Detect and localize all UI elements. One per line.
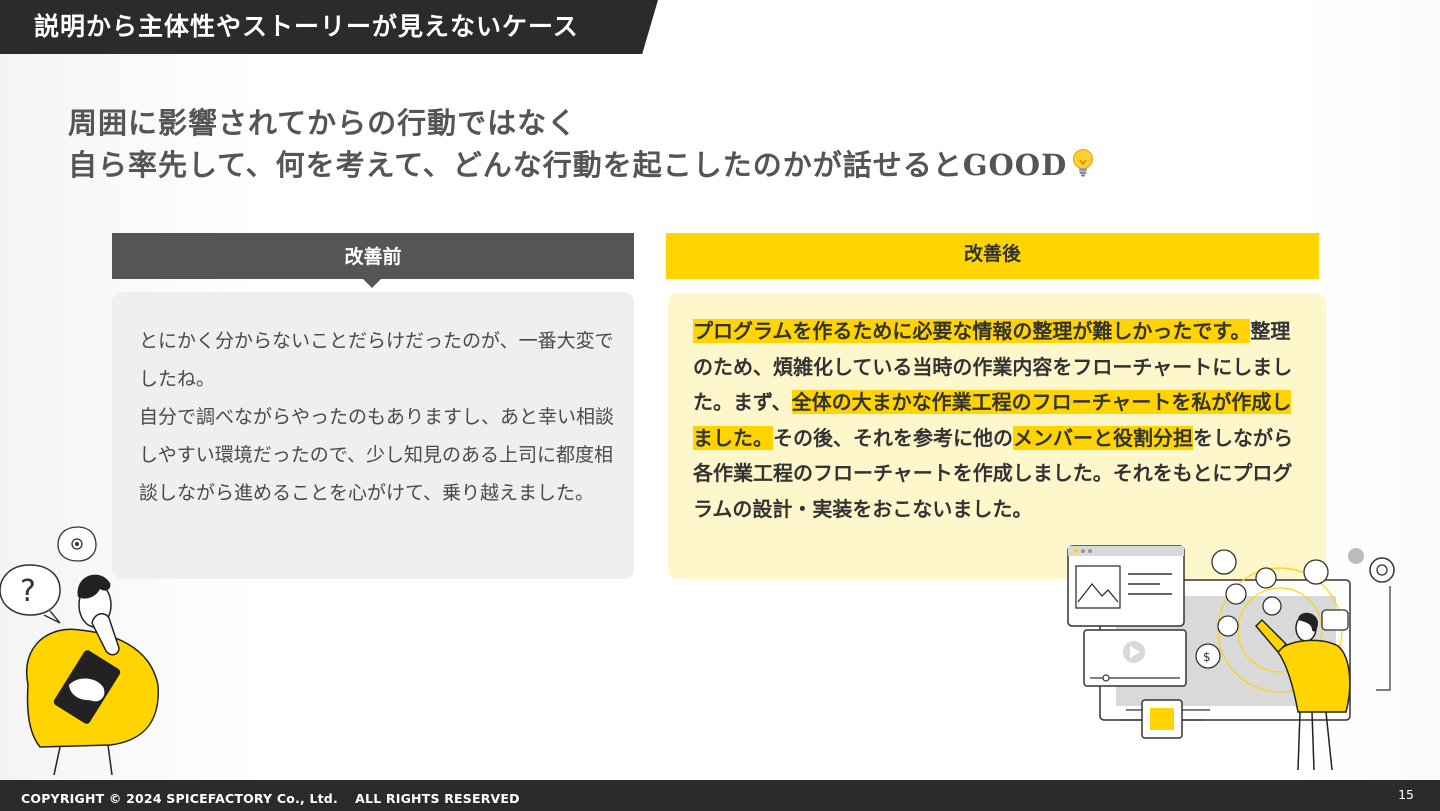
footer: COPYRIGHT © 2024 SPICEFACTORY Co., Ltd. …: [0, 780, 1440, 811]
after-highlight-1: プログラムを作るために必要な情報の整理が難しかったです。: [693, 319, 1251, 343]
copyright-text: COPYRIGHT © 2024 SPICEFACTORY Co., Ltd. …: [21, 791, 520, 806]
dashboard-person-illustration: $: [1067, 545, 1395, 771]
after-text: プログラムを作るために必要な情報の整理が難しかったです。整理のため、煩雑化してい…: [693, 314, 1308, 527]
lightbulb-icon: [1071, 147, 1095, 190]
after-header: 改善後: [666, 233, 1319, 279]
before-header-pointer: [363, 279, 381, 288]
before-header: 改善前: [112, 233, 634, 279]
before-paragraph-1: とにかく分からないことだらけだったのが、一番大変でしたね。: [139, 330, 614, 390]
before-text: とにかく分からないことだらけだったのが、一番大変でしたね。 自分で調べながらやっ…: [139, 322, 614, 512]
thinking-person-illustration: ?: [0, 526, 159, 775]
svg-text:$: $: [1203, 650, 1211, 664]
after-text-segment: その後、それを参考に他の: [773, 425, 1013, 450]
page-title: 説明から主体性やストーリーが見えないケース: [34, 12, 579, 41]
headline-line-2: 自ら率先して、何を考えて、どんな行動を起こしたのかが話せるとGOOD: [68, 144, 1095, 190]
page-number: 15: [1398, 787, 1414, 802]
after-highlight-3: メンバーと役割分担: [1013, 425, 1193, 450]
headline-line-2-text: 自ら率先して、何を考えて、どんな行動を起こしたのかが話せるとGOOD: [68, 148, 1068, 182]
before-paragraph-2: 自分で調べながらやったのもありますし、あと幸い相談しやすい環境だったので、少し知…: [139, 406, 615, 504]
svg-text:?: ?: [20, 574, 36, 609]
headline-line-1: 周囲に影響されてからの行動ではなく: [68, 106, 578, 140]
headline: 周囲に影響されてからの行動ではなく 自ら率先して、何を考えて、どんな行動を起こし…: [68, 102, 1095, 190]
